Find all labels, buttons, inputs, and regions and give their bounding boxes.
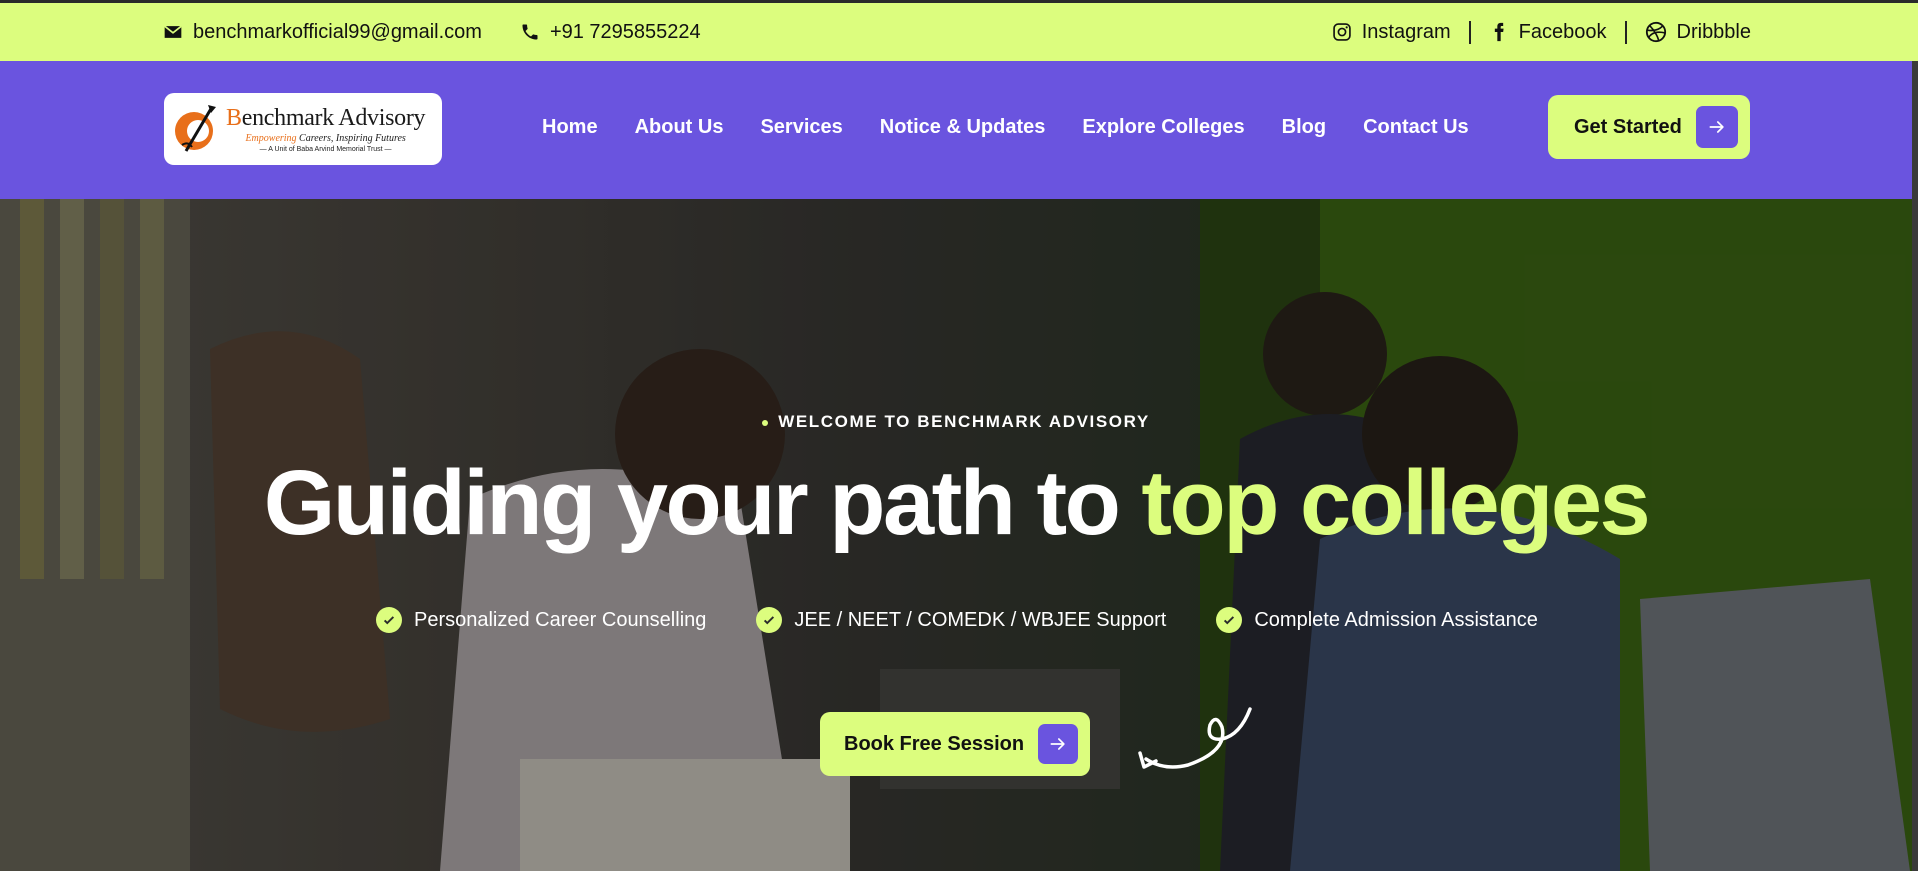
- arrow-right-icon: [1038, 724, 1078, 764]
- phone-text: +91 7295855224: [549, 20, 701, 43]
- site-logo[interactable]: Benchmark Advisory Empowering Careers, I…: [164, 93, 442, 165]
- main-navbar: Benchmark Advisory Empowering Careers, I…: [0, 61, 1912, 199]
- feature-label: JEE / NEET / COMEDK / WBJEE Support: [794, 608, 1167, 631]
- nav-link-explore-colleges[interactable]: Explore Colleges: [1082, 116, 1244, 139]
- nav-link-about-us[interactable]: About Us: [635, 116, 724, 139]
- feature-item: Complete Admission Assistance: [1216, 607, 1538, 633]
- feature-label: Personalized Career Counselling: [414, 608, 707, 631]
- nav-link-contact-us[interactable]: Contact Us: [1363, 116, 1469, 139]
- check-icon: [376, 607, 402, 633]
- social-label-instagram: Instagram: [1361, 20, 1451, 43]
- social-label-facebook: Facebook: [1518, 20, 1607, 43]
- facebook-icon: [1494, 22, 1504, 42]
- logo-mark-icon: [175, 105, 216, 152]
- dribbble-icon: [1645, 21, 1666, 43]
- social-link-facebook[interactable]: Facebook: [1468, 20, 1625, 44]
- envelope-icon: [164, 25, 182, 38]
- book-free-session-label: Book Free Session: [844, 732, 1025, 755]
- logo-title-rest: enchmark Advisory: [241, 105, 426, 131]
- hero-headline-main: Guiding your path to: [263, 452, 1142, 554]
- logo-tagline-rest: Careers, Inspiring Futures: [296, 133, 406, 144]
- social-links: Instagram Facebook Dribbble: [1314, 20, 1751, 44]
- social-label-dribbble: Dribbble: [1676, 20, 1751, 43]
- top-contact-bar: benchmarkofficial99@gmail.com +91 729585…: [0, 0, 1918, 61]
- logo-title-initial: B: [226, 105, 242, 131]
- check-icon: [756, 607, 783, 633]
- nav-link-blog[interactable]: Blog: [1282, 116, 1326, 139]
- logo-title: Benchmark Advisory: [226, 105, 426, 132]
- logo-subtext: — A Unit of Baba Arvind Memorial Trust —: [259, 146, 392, 153]
- email-link[interactable]: benchmarkofficial99@gmail.com: [163, 21, 482, 44]
- feature-item: Personalized Career Counselling: [376, 607, 706, 633]
- contact-info: benchmarkofficial99@gmail.com +91 729585…: [163, 21, 701, 44]
- email-text: benchmarkofficial99@gmail.com: [193, 20, 482, 43]
- hero-eyebrow-text: WELCOME TO BENCHMARK ADVISORY: [778, 412, 1150, 431]
- arrow-right-icon: [1696, 106, 1738, 148]
- hero-eyebrow: WELCOME TO BENCHMARK ADVISORY: [0, 412, 1912, 432]
- logo-tagline: Empowering Careers, Inspiring Futures: [245, 133, 405, 144]
- check-icon: [1216, 607, 1243, 633]
- primary-nav: Home About Us Services Notice & Updates …: [542, 116, 1469, 139]
- nav-link-services[interactable]: Services: [760, 116, 842, 139]
- instagram-icon: [1332, 23, 1351, 41]
- eyebrow-dot: [762, 419, 769, 426]
- hero-section: WELCOME TO BENCHMARK ADVISORY Guiding yo…: [0, 199, 1912, 871]
- nav-link-home[interactable]: Home: [542, 116, 598, 139]
- hero-headline: Guiding your path to top colleges: [0, 451, 1912, 556]
- social-link-instagram[interactable]: Instagram: [1314, 21, 1469, 44]
- phone-link[interactable]: +91 7295855224: [520, 21, 701, 44]
- curly-arrow-icon: [1138, 707, 1252, 769]
- get-started-button[interactable]: Get Started: [1548, 95, 1750, 159]
- hero-feature-list: Personalized Career Counselling JEE / NE…: [376, 607, 1538, 633]
- social-link-dribbble[interactable]: Dribbble: [1624, 20, 1751, 44]
- book-free-session-button[interactable]: Book Free Session: [820, 712, 1090, 776]
- feature-item: JEE / NEET / COMEDK / WBJEE Support: [756, 607, 1166, 633]
- hero-headline-accent: top colleges: [1141, 452, 1650, 554]
- get-started-label: Get Started: [1574, 115, 1682, 138]
- nav-link-notice-updates[interactable]: Notice & Updates: [880, 116, 1046, 139]
- feature-label: Complete Admission Assistance: [1254, 608, 1538, 631]
- phone-icon: [522, 24, 538, 40]
- hero-content: WELCOME TO BENCHMARK ADVISORY Guiding yo…: [0, 199, 1912, 871]
- logo-text: Benchmark Advisory Empowering Careers, I…: [226, 105, 426, 153]
- logo-tagline-accent: Empowering: [245, 133, 297, 144]
